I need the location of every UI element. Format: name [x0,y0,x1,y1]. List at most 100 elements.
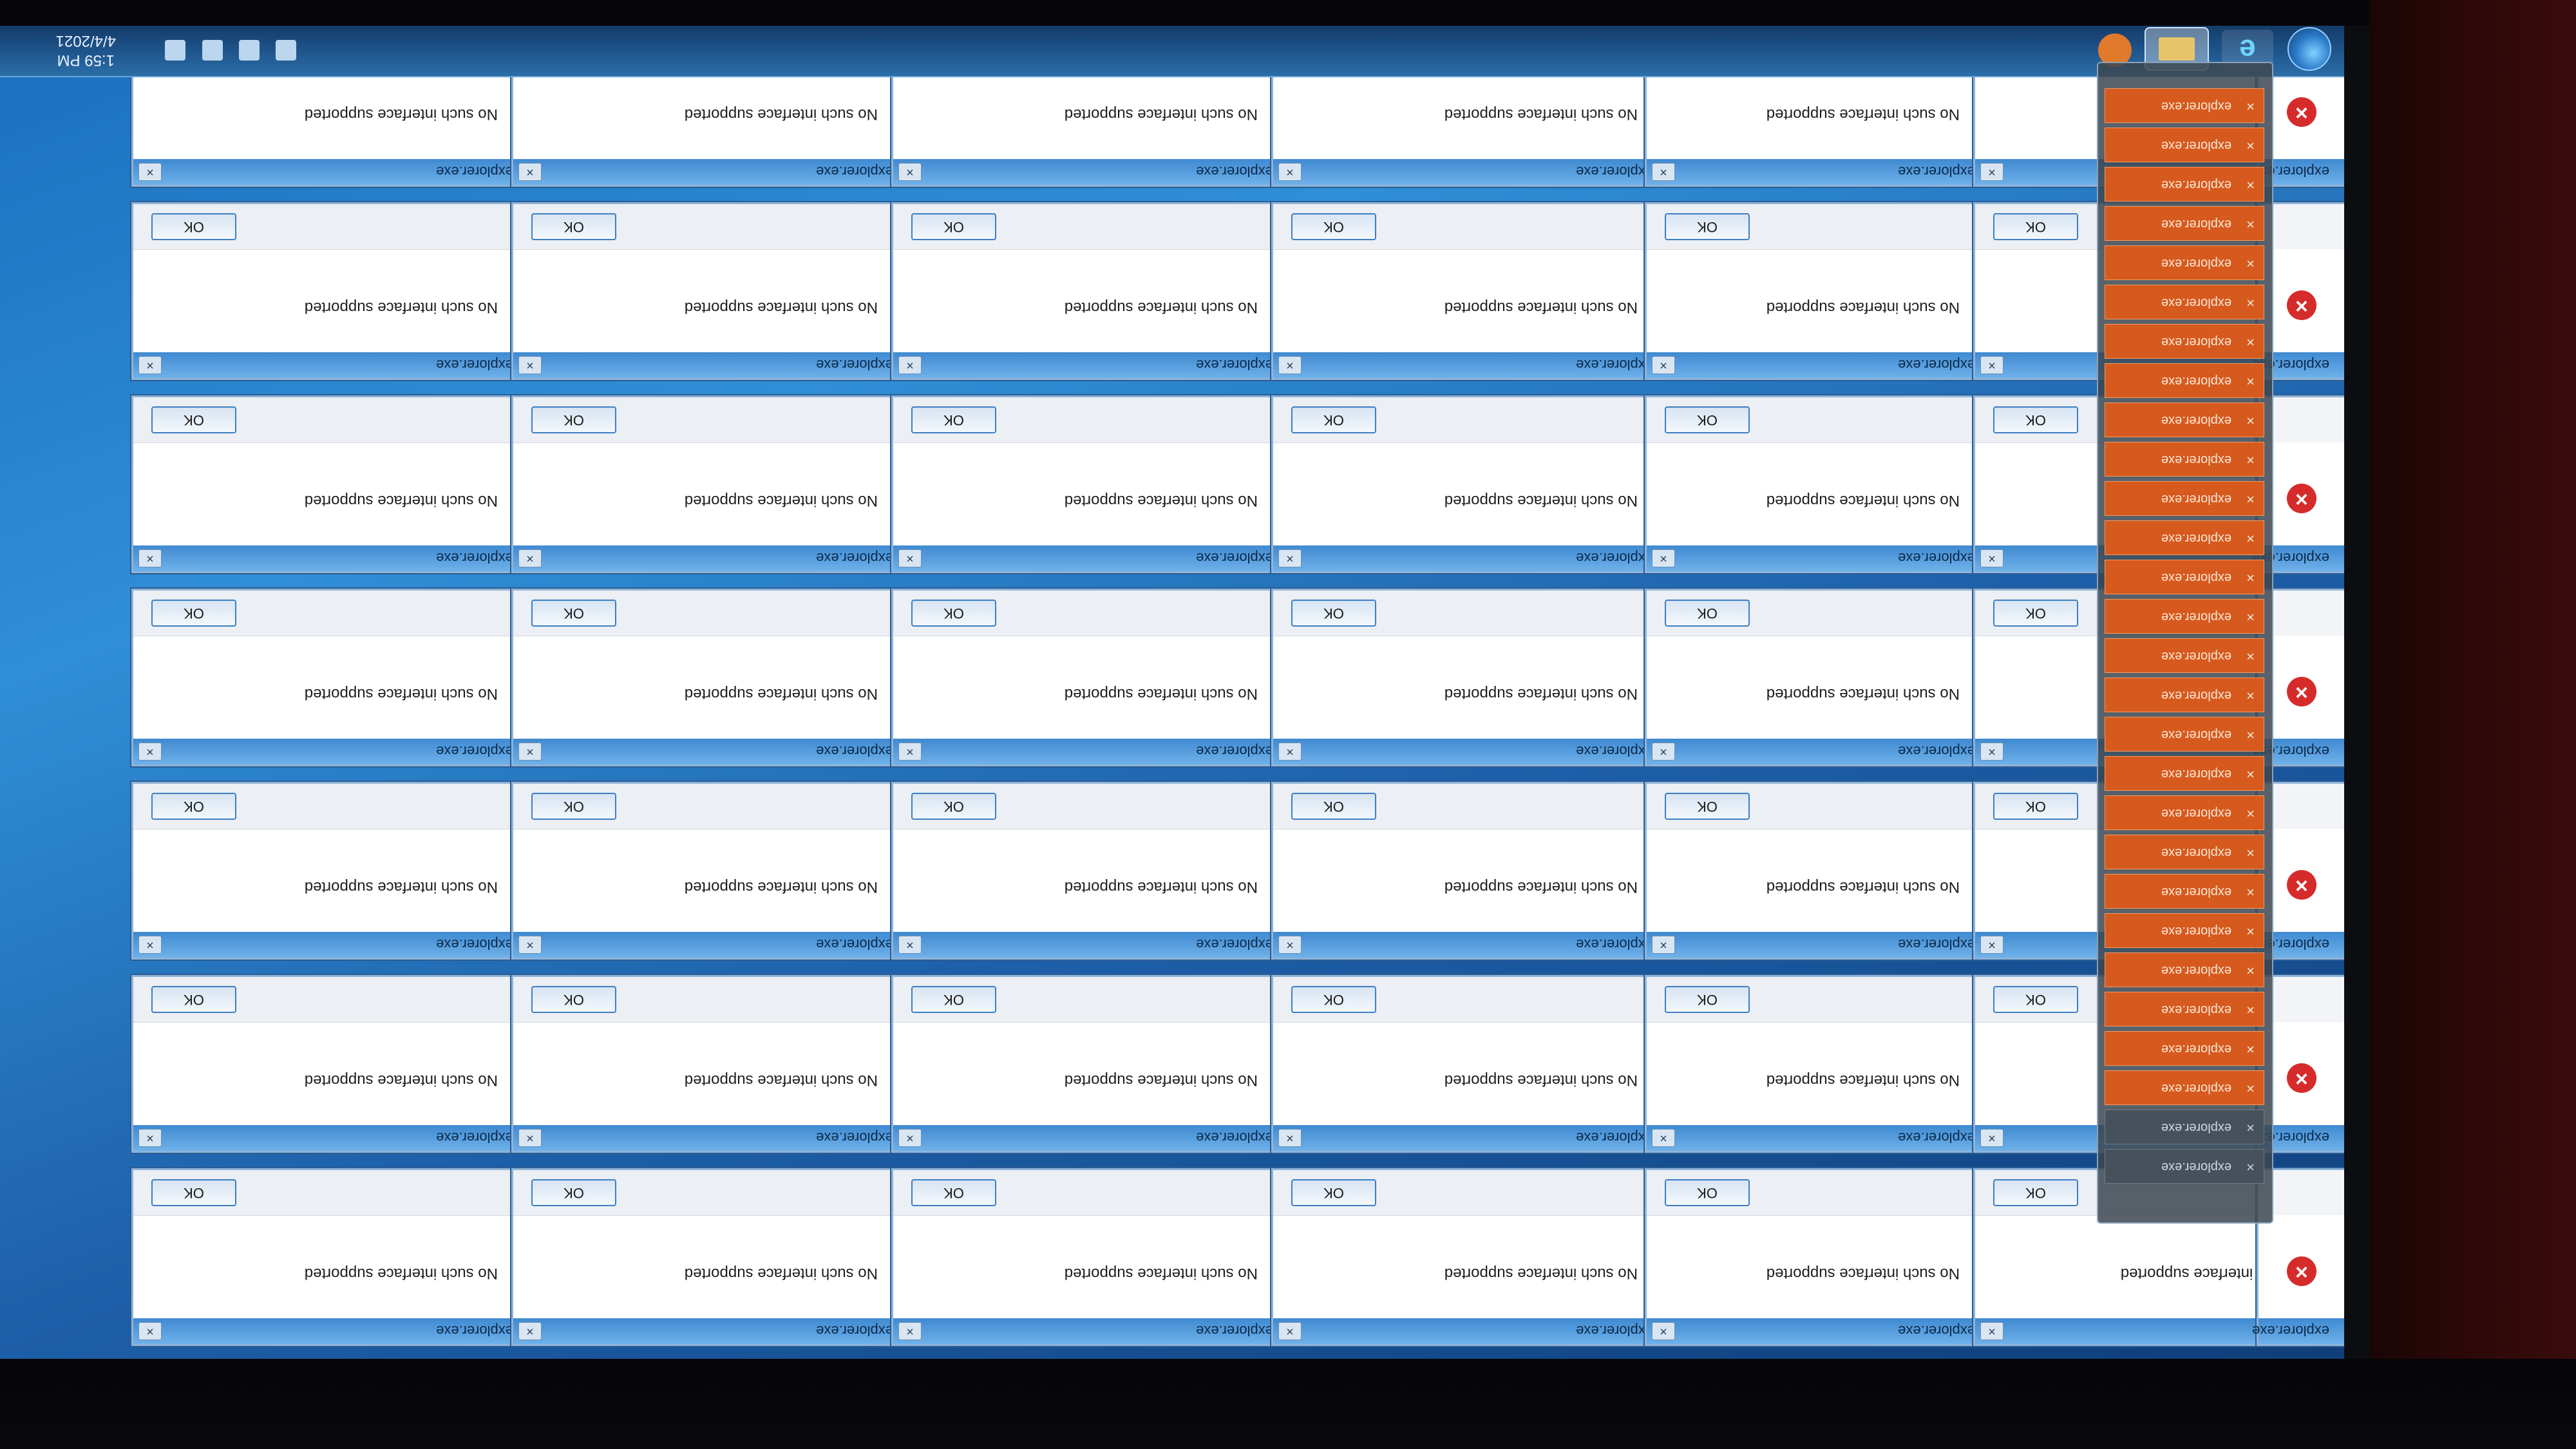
close-icon[interactable]: × [2246,726,2255,743]
dialog-title-bar[interactable]: explorer.exe × [893,1318,1280,1344]
error-dialog[interactable]: explorer.exe × No such interface supported… [1645,782,1984,960]
close-icon[interactable]: × [518,549,542,567]
ok-button[interactable]: OK [1291,406,1376,433]
ok-button[interactable]: OK [1993,406,2078,433]
taskbar-thumbnail-item[interactable]: × explorer.exe [2105,756,2264,791]
volume-icon[interactable] [276,40,296,61]
error-dialog[interactable]: explorer.exe × No such interface supported… [891,782,1282,960]
chevron-up-icon[interactable] [165,40,186,61]
ok-button[interactable]: OK [151,213,236,240]
close-icon[interactable]: × [138,743,162,761]
close-icon[interactable]: × [2246,216,2255,232]
taskbar-thumbnail-item[interactable]: × explorer.exe [2105,402,2264,437]
close-icon[interactable]: × [2246,884,2255,900]
error-dialog[interactable]: explorer.exe × No such interface supported… [1271,1168,1662,1346]
dialog-title-bar[interactable]: explorer.exe × [513,159,900,185]
error-dialog[interactable]: explorer.exe × No such interface supported… [891,395,1282,573]
close-icon[interactable]: × [2246,569,2255,586]
close-icon[interactable]: × [1278,1129,1302,1147]
dialog-title-bar[interactable]: explorer.exe × [1647,1125,1982,1151]
dialog-title-bar[interactable]: explorer.exe × [1647,545,1982,571]
dialog-title-bar[interactable]: explorer.exe × [133,739,520,764]
ok-button[interactable]: OK [911,406,996,433]
error-dialog[interactable]: explorer.exe × No such interface supported… [1271,975,1662,1153]
taskbar-thumbnail-item[interactable]: × explorer.exe [2105,442,2264,477]
ok-button[interactable]: OK [151,986,236,1013]
dialog-title-bar[interactable]: explorer.exe × [133,1125,520,1151]
close-icon[interactable]: × [1278,356,1302,374]
close-icon[interactable]: × [1278,743,1302,761]
close-icon[interactable]: × [1652,1129,1675,1147]
taskbar-thumbnail-item[interactable]: × explorer.exe [2105,677,2264,712]
ok-button[interactable]: OK [531,213,616,240]
ok-button[interactable]: OK [911,793,996,820]
error-dialog[interactable]: explorer.exe × No such interface supported… [511,1168,902,1346]
taskbar-thumbnail-item[interactable]: × explorer.exe [2105,599,2264,634]
close-icon[interactable]: × [2246,176,2255,193]
error-dialog[interactable]: explorer.exe × No such interface supported… [1645,395,1984,573]
error-dialog[interactable]: explorer.exe × No such interface supported… [1645,589,1984,766]
ok-button[interactable]: OK [1291,793,1376,820]
dialog-title-bar[interactable]: explorer.exe × [1273,159,1660,185]
start-orb-icon[interactable] [2287,27,2331,71]
taskbar-thumbnail-item[interactable]: × explorer.exe [2105,992,2264,1027]
error-dialog[interactable]: explorer.exe × No such interface supported… [131,782,522,960]
error-dialog[interactable]: explorer.exe × No such interface supported… [891,1168,1282,1346]
close-icon[interactable]: × [1652,356,1675,374]
close-icon[interactable]: × [2246,844,2255,861]
taskbar-thumbnail-item[interactable]: × explorer.exe [2105,363,2264,398]
close-icon[interactable]: × [2246,1080,2255,1097]
dialog-title-bar[interactable]: explorer.exe × [133,932,520,958]
close-icon[interactable]: × [1652,1322,1675,1340]
dialog-title-bar[interactable]: explorer.exe [2252,1318,2344,1344]
dialog-title-bar[interactable]: explorer.exe × [893,159,1280,185]
close-icon[interactable]: × [518,936,542,954]
dialog-title-bar[interactable]: explorer.exe × [133,1318,520,1344]
close-icon[interactable]: × [2246,1001,2255,1018]
ok-button[interactable]: OK [1291,213,1376,240]
close-icon[interactable]: × [518,1322,542,1340]
error-dialog[interactable]: explorer.exe × No such interface supported… [1271,589,1662,766]
error-dialog[interactable]: explorer.exe × No such interface supported… [1271,395,1662,573]
action-center-icon[interactable] [202,40,223,61]
close-icon[interactable]: × [2246,412,2255,429]
dialog-title-bar[interactable]: explorer.exe × [513,352,900,378]
close-icon[interactable]: × [518,1129,542,1147]
close-icon[interactable]: × [1980,936,2003,954]
close-icon[interactable]: × [1652,936,1675,954]
dialog-title-bar[interactable]: explorer.exe × [133,545,520,571]
close-icon[interactable]: × [1980,1322,2003,1340]
taskbar-thumbnail-item[interactable]: × explorer.exe [2105,206,2264,241]
ok-button[interactable]: OK [531,986,616,1013]
close-icon[interactable]: × [2246,451,2255,468]
error-dialog[interactable]: explorer.exe × No such interface supported… [1271,202,1662,380]
taskbar-thumbnail-item[interactable]: × explorer.exe [2105,638,2264,673]
ok-button[interactable]: OK [1291,986,1376,1013]
dialog-title-bar[interactable]: explorer.exe × [893,932,1280,958]
taskbar-thumbnail-item[interactable]: × explorer.exe [2105,1031,2264,1066]
ok-button[interactable]: OK [531,406,616,433]
ok-button[interactable]: OK [1665,406,1750,433]
taskbar-thumbnail-item[interactable]: × explorer.exe [2105,285,2264,319]
ok-button[interactable]: OK [911,1179,996,1206]
ok-button[interactable]: OK [1665,986,1750,1013]
dialog-title-bar[interactable]: explorer.exe × [1273,1125,1660,1151]
error-dialog[interactable]: explorer.exe × No such interface supported… [511,975,902,1153]
taskbar-thumbnail-item[interactable]: × explorer.exe [2105,835,2264,869]
ok-button[interactable]: OK [531,793,616,820]
close-icon[interactable]: × [2246,373,2255,390]
close-icon[interactable]: × [1652,743,1675,761]
error-dialog[interactable]: explorer.exe × No such interface supported… [891,202,1282,380]
close-icon[interactable]: × [2246,294,2255,311]
error-dialog[interactable]: explorer.exe × No such interface supported… [1645,202,1984,380]
taskbar-thumbnail-item[interactable]: × explorer.exe [2105,128,2264,162]
ok-button[interactable]: OK [911,600,996,627]
ok-button[interactable]: OK [1993,793,2078,820]
close-icon[interactable]: × [898,743,922,761]
taskbar-thumbnail-item[interactable]: × explorer.exe [2105,1070,2264,1105]
close-icon[interactable]: × [1278,163,1302,181]
close-icon[interactable]: × [138,549,162,567]
ok-button[interactable]: OK [151,406,236,433]
ok-button[interactable]: OK [911,986,996,1013]
ok-button[interactable]: OK [1993,1179,2078,1206]
